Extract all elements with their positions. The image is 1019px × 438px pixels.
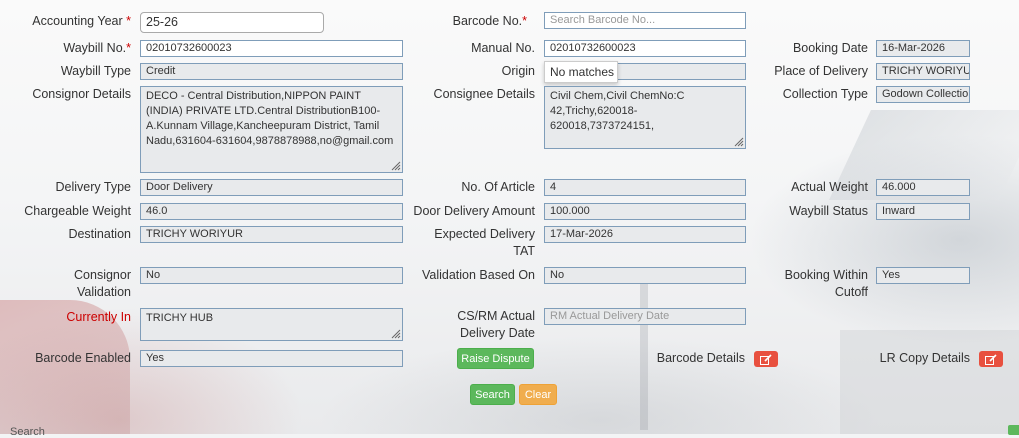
search-button[interactable]: Search	[470, 384, 515, 405]
no-of-article-field: 4	[544, 179, 746, 196]
consignor-details-textarea[interactable]: DECO - Central Distribution,NIPPON PAINT…	[140, 86, 403, 173]
edit-icon	[985, 353, 997, 365]
validation-based-on-field: No	[544, 267, 746, 284]
manual-no-input[interactable]: 02010732600023	[544, 40, 746, 57]
lr-copy-details-label: LR Copy Details	[879, 351, 970, 365]
consignor-validation-field: No	[140, 267, 403, 284]
collection-type-label: Collection Type	[782, 87, 868, 101]
rm-actual-delivery-date-input[interactable]: RM Actual Delivery Date	[544, 308, 746, 325]
consignor-details-label: Consignor Details	[32, 87, 131, 101]
edit-icon	[760, 353, 772, 365]
actual-weight-field: 46.000	[876, 179, 970, 196]
waybill-type-label: Waybill Type	[60, 64, 131, 78]
clear-button[interactable]: Clear	[519, 384, 557, 405]
delivery-type-field: Door Delivery	[140, 179, 403, 196]
raise-dispute-button[interactable]: Raise Dispute	[457, 348, 534, 369]
accounting-year-select[interactable]: 25-26	[140, 12, 324, 33]
footer-search-text: Search	[10, 426, 45, 438]
barcode-enabled-label: Barcode Enabled	[35, 351, 131, 365]
place-of-delivery-field: TRICHY WORIYUR	[876, 63, 970, 80]
accounting-year-label: Accounting Year *	[32, 14, 131, 28]
door-delivery-amount-label: Door Delivery Amount	[413, 204, 535, 218]
consignor-details-text: DECO - Central Distribution,NIPPON PAINT…	[146, 90, 394, 147]
barcode-no-label: Barcode No.*	[452, 14, 527, 28]
place-of-delivery-label: Place of Delivery	[774, 64, 868, 78]
consignee-details-text: Civil Chem,Civil ChemNo:C 42,Trichy,6200…	[550, 90, 685, 132]
waybill-type-field: Credit	[140, 63, 403, 80]
booking-within-cutoff-label: Booking Within Cutoff	[784, 268, 868, 299]
booking-date-field: 16-Mar-2026	[876, 40, 970, 57]
origin-label: Origin	[501, 64, 535, 78]
origin-dropdown-no-matches: No matches	[544, 61, 618, 83]
waybill-status-field: Inward	[876, 203, 970, 220]
door-delivery-amount-field: 100.000	[544, 203, 746, 220]
barcode-enabled-field: Yes	[140, 350, 403, 367]
consignor-validation-label: Consignor Validation	[74, 268, 131, 299]
currently-in-label: Currently In	[66, 310, 131, 324]
lr-copy-details-edit-button[interactable]	[979, 351, 1003, 367]
barcode-search-input[interactable]: Search Barcode No...	[544, 12, 746, 29]
expected-delivery-tat-field: 17-Mar-2026	[544, 226, 746, 243]
consignee-details-textarea[interactable]: Civil Chem,Civil ChemNo:C 42,Trichy,6200…	[544, 86, 746, 149]
actual-weight-label: Actual Weight	[791, 180, 868, 194]
destination-label: Destination	[68, 227, 131, 241]
delivery-type-label: Delivery Type	[55, 180, 132, 194]
resize-grip-icon[interactable]	[389, 327, 401, 339]
validation-based-on-label: Validation Based On	[421, 268, 535, 282]
chargeable-weight-field: 46.0	[140, 203, 403, 220]
booking-within-cutoff-field: Yes	[876, 267, 970, 284]
cs-rm-actual-delivery-date-label: CS/RM Actual Delivery Date	[457, 309, 535, 340]
booking-date-label: Booking Date	[792, 41, 868, 55]
no-of-article-label: No. Of Article	[461, 180, 535, 194]
resize-grip-icon[interactable]	[732, 135, 744, 147]
waybill-no-input[interactable]: 02010732600023	[140, 40, 403, 57]
waybill-no-label: Waybill No.*	[63, 41, 131, 55]
currently-in-text: TRICHY HUB	[146, 312, 214, 324]
manual-no-label: Manual No.	[471, 41, 535, 55]
collection-type-field: Godown Collection	[876, 86, 970, 103]
chargeable-weight-label: Chargeable Weight	[24, 204, 131, 218]
barcode-details-edit-button[interactable]	[754, 351, 778, 367]
barcode-details-label: Barcode Details	[656, 351, 745, 365]
resize-grip-icon[interactable]	[389, 159, 401, 171]
waybill-status-label: Waybill Status	[789, 204, 868, 218]
destination-field: TRICHY WORIYUR	[140, 226, 403, 243]
consignee-details-label: Consignee Details	[433, 87, 535, 101]
expected-delivery-tat-label: Expected Delivery TAT	[434, 227, 535, 258]
currently-in-textarea[interactable]: TRICHY HUB	[140, 308, 403, 341]
